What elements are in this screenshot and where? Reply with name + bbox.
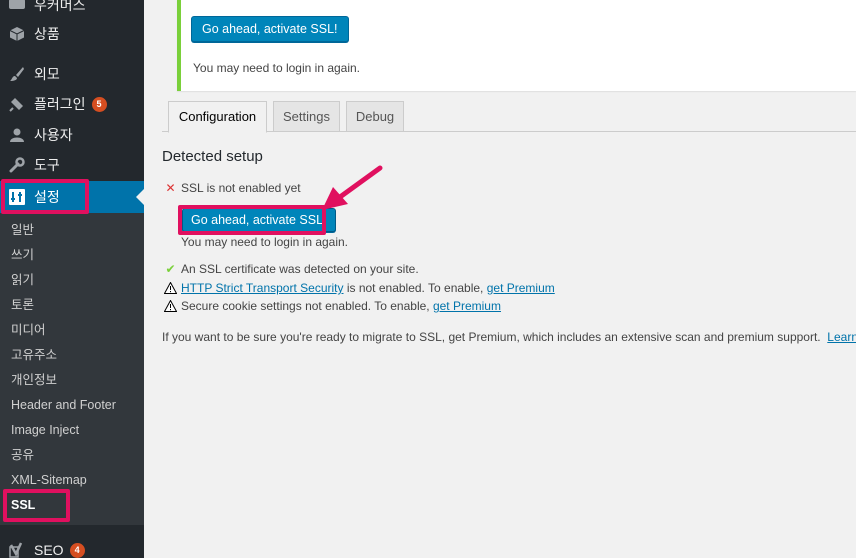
submenu-discussion[interactable]: 토론: [11, 295, 34, 315]
submenu-media[interactable]: 미디어: [11, 320, 46, 340]
menu-products[interactable]: 상품: [0, 19, 144, 49]
tools-wrench-icon: [8, 156, 26, 174]
submenu-privacy[interactable]: 개인정보: [11, 370, 57, 390]
plugin-update-badge: 5: [91, 96, 107, 112]
hsts-link[interactable]: HTTP Strict Transport Security: [181, 281, 344, 295]
menu-settings[interactable]: 설정: [0, 181, 144, 213]
seo-notification-badge: 4: [69, 542, 85, 558]
menu-tools[interactable]: 도구: [0, 150, 144, 180]
submenu-permalinks[interactable]: 고유주소: [11, 345, 57, 365]
menu-users[interactable]: 사용자: [0, 120, 144, 150]
error-x-icon: ✕: [165, 181, 176, 195]
settings-submenu: 일반 쓰기 읽기 토론 미디어 고유주소 개인정보 Header and Foo…: [0, 213, 144, 525]
ssl-status-row: ✕ SSL is not enabled yet: [164, 181, 301, 195]
cookie-text: Secure cookie settings not enabled. To e…: [181, 299, 433, 313]
menu-label: 상품: [34, 26, 60, 42]
ssl-status-text: SSL is not enabled yet: [181, 181, 301, 195]
notice-activate-ssl-button[interactable]: Go ahead, activate SSL!: [191, 16, 349, 42]
notice-login-note: You may need to login in again.: [193, 61, 361, 75]
submenu-ssl[interactable]: SSL: [11, 495, 35, 515]
tab-settings[interactable]: Settings: [273, 101, 340, 132]
menu-label: 도구: [34, 157, 60, 173]
warning-triangle-icon: [164, 300, 177, 313]
cookie-get-premium-link[interactable]: get Premium: [433, 299, 501, 313]
admin-sidebar: 우커머스 상품 외모 플러그인 5 사용자 도구 설정 일반 쓰기 읽기 토론 …: [0, 0, 144, 558]
active-menu-arrow: [136, 189, 144, 205]
menu-label: 사용자: [34, 127, 73, 143]
hsts-text: is not enabled. To enable,: [343, 281, 487, 295]
submenu-reading[interactable]: 읽기: [11, 270, 34, 290]
submenu-share[interactable]: 공유: [11, 445, 34, 465]
menu-label: 외모: [34, 66, 60, 82]
tab-configuration[interactable]: Configuration: [168, 101, 267, 133]
premium-info-text: If you want to be sure you're ready to m…: [162, 330, 828, 344]
warning-triangle-icon: [164, 282, 177, 295]
menu-woocommerce[interactable]: 우커머스: [0, 0, 144, 20]
woocommerce-icon: [8, 0, 26, 14]
menu-label: 우커머스: [34, 0, 86, 13]
settings-sliders-icon: [8, 188, 26, 206]
cert-detected-row: ✔ An SSL certificate was detected on you…: [164, 262, 419, 276]
menu-label: SEO: [34, 542, 64, 558]
submenu-writing[interactable]: 쓰기: [11, 245, 34, 265]
hsts-row: HTTP Strict Transport Security is not en…: [164, 281, 555, 295]
ssl-notice: Go ahead, activate SSL! You may need to …: [177, 0, 856, 91]
menu-label: 설정: [34, 189, 60, 205]
submenu-general[interactable]: 일반: [11, 220, 34, 240]
menu-label: 플러그인: [34, 96, 86, 112]
menu-seo[interactable]: SEO 4: [0, 535, 144, 558]
premium-info-line: If you want to be sure you're ready to m…: [162, 330, 856, 344]
cert-detected-text: An SSL certificate was detected on your …: [181, 262, 419, 276]
products-cube-icon: [8, 25, 26, 43]
learn-more-link[interactable]: Learn more: [827, 330, 856, 344]
menu-plugins[interactable]: 플러그인 5: [0, 89, 144, 119]
submenu-image-inject[interactable]: Image Inject: [11, 420, 79, 440]
submenu-header-footer[interactable]: Header and Footer: [11, 395, 116, 415]
hsts-get-premium-link[interactable]: get Premium: [487, 281, 555, 295]
cookie-row: Secure cookie settings not enabled. To e…: [164, 299, 501, 313]
submenu-xml-sitemap[interactable]: XML-Sitemap: [11, 470, 87, 490]
appearance-brush-icon: [8, 65, 26, 83]
tab-debug[interactable]: Debug: [346, 101, 404, 132]
plugins-plug-icon: [8, 95, 26, 113]
menu-appearance[interactable]: 외모: [0, 59, 144, 89]
login-again-note: You may need to login in again.: [181, 235, 349, 249]
detected-setup-title: Detected setup: [162, 148, 263, 165]
annotation-arrow-icon: [322, 165, 383, 210]
checkmark-icon: ✔: [165, 262, 176, 276]
users-person-icon: [8, 126, 26, 144]
yoast-seo-icon: [8, 541, 26, 558]
